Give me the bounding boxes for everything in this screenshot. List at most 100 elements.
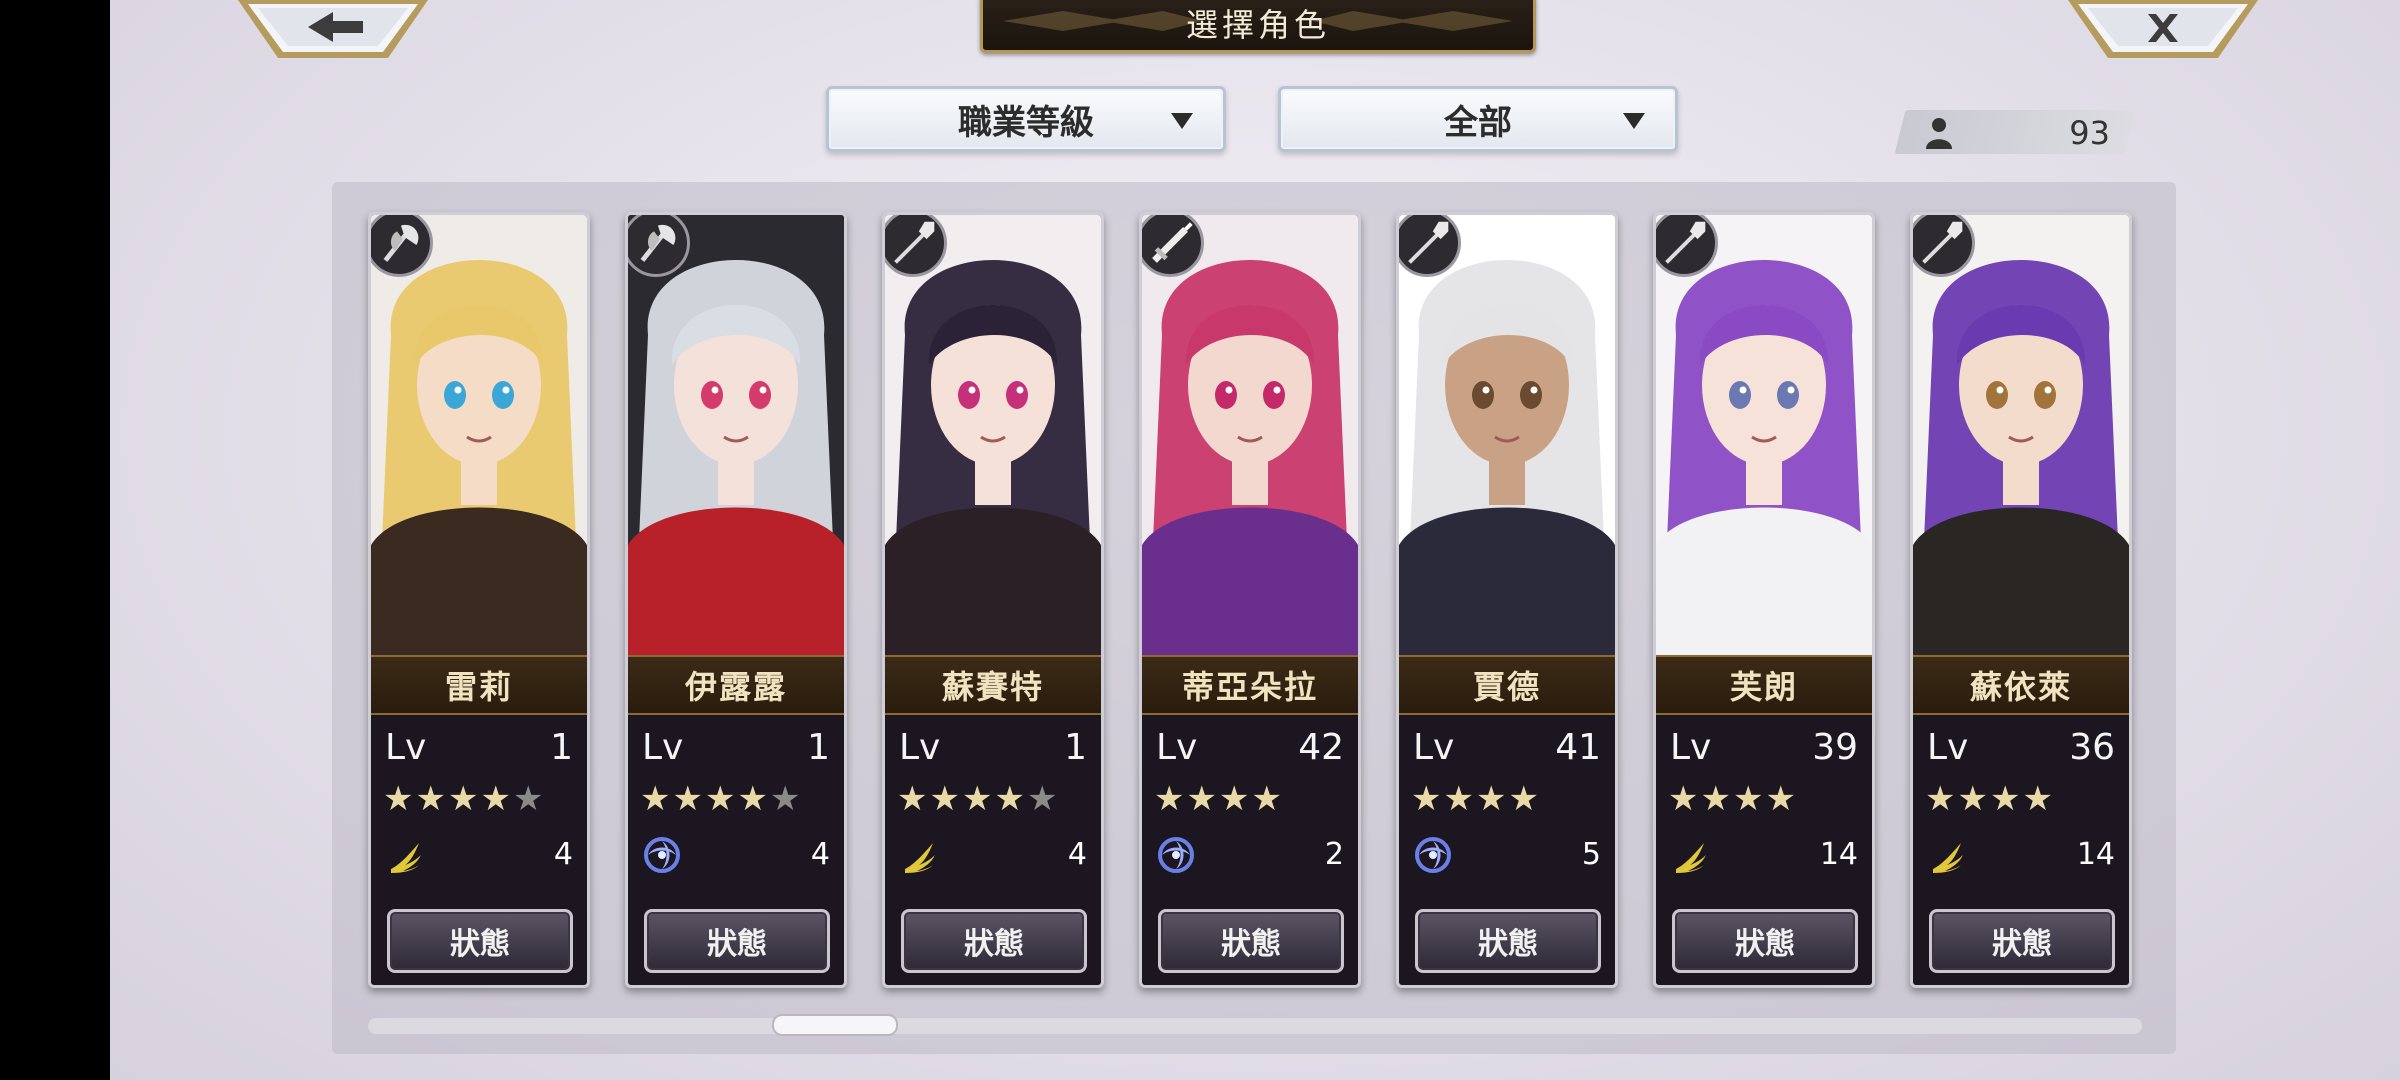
character-name: 賈德 <box>1472 668 1541 706</box>
wind-element-icon <box>391 843 421 873</box>
water-element-icon <box>644 837 680 873</box>
element-count: 4 <box>810 837 830 872</box>
star-icon: ★ <box>897 779 930 819</box>
level-label: Lv <box>1670 727 1712 768</box>
scrollbar-thumb[interactable] <box>772 1014 898 1036</box>
ornament-right <box>1313 11 1513 31</box>
star-icon: ★ <box>1989 779 2023 819</box>
rarity-stars: ★★★★ <box>1411 779 1541 819</box>
spear-icon <box>1399 215 1461 277</box>
level-label: Lv <box>1413 727 1455 768</box>
star-icon: ★ <box>672 779 705 819</box>
star-empty-icon: ★ <box>769 779 803 819</box>
star-icon: ★ <box>1186 779 1219 819</box>
star-icon: ★ <box>961 779 995 819</box>
wind-element-icon <box>905 843 935 873</box>
star-icon: ★ <box>1732 779 1766 819</box>
status-button-label: 狀態 <box>1992 927 2052 962</box>
star-icon: ★ <box>737 779 770 819</box>
character-name: 伊露露 <box>684 668 787 706</box>
status-button[interactable]: 狀態 <box>387 909 573 973</box>
character-card[interactable]: 芙朗 Lv 39 ★★★★ 14 狀態 <box>1653 212 1875 988</box>
back-button[interactable] <box>238 0 428 64</box>
rarity-stars: ★★★★ <box>1668 779 1798 819</box>
level-value: 39 <box>1812 727 1858 768</box>
close-button[interactable] <box>2068 0 2258 64</box>
level-value: 1 <box>1064 727 1087 768</box>
character-name-bar: 芙朗 <box>1656 655 1872 715</box>
star-icon: ★ <box>1251 779 1284 819</box>
spear-icon <box>1656 215 1718 277</box>
status-button[interactable]: 狀態 <box>1158 909 1344 973</box>
axe-icon <box>371 215 433 277</box>
title-bar: 選擇角色 <box>980 0 1536 53</box>
rarity-stars: ★★★★★ <box>640 779 802 819</box>
star-empty-icon: ★ <box>512 779 546 819</box>
character-stats: Lv 1 ★★★★★ 4 狀態 <box>628 713 844 985</box>
star-icon: ★ <box>1765 779 1798 819</box>
spear-icon <box>885 215 947 277</box>
character-card[interactable]: 蘇依萊 Lv 36 ★★★★ 14 狀態 <box>1910 212 2132 988</box>
status-button-label: 狀態 <box>964 927 1024 962</box>
character-stats: Lv 1 ★★★★★ 4 狀態 <box>885 713 1101 985</box>
star-icon: ★ <box>1668 779 1701 819</box>
character-name-bar: 蘇依萊 <box>1913 655 2129 715</box>
character-name: 蘇賽特 <box>941 668 1044 706</box>
status-button[interactable]: 狀態 <box>1672 909 1858 973</box>
level-value: 41 <box>1555 727 1601 768</box>
character-name: 芙朗 <box>1729 668 1798 706</box>
star-icon: ★ <box>704 779 738 819</box>
character-stats: Lv 41 ★★★★ 5 狀態 <box>1399 713 1615 985</box>
star-icon: ★ <box>2022 779 2055 819</box>
wind-element-icon <box>1676 843 1706 873</box>
star-icon: ★ <box>1508 779 1541 819</box>
character-card[interactable]: 蒂亞朵拉 Lv 42 ★★★★ 2 狀態 <box>1139 212 1361 988</box>
star-icon: ★ <box>640 779 673 819</box>
level-value: 1 <box>550 727 573 768</box>
character-name: 蘇依萊 <box>1969 668 2072 706</box>
star-icon: ★ <box>447 779 481 819</box>
star-icon: ★ <box>415 779 448 819</box>
star-icon: ★ <box>1154 779 1187 819</box>
person-icon <box>1926 118 1952 149</box>
level-value: 36 <box>2069 727 2115 768</box>
character-stats: Lv 39 ★★★★ 14 狀態 <box>1656 713 1872 985</box>
character-card[interactable]: 伊露露 Lv 1 ★★★★★ 4 狀態 <box>625 212 847 988</box>
horizontal-scrollbar[interactable] <box>368 1018 2142 1034</box>
character-stats: Lv 36 ★★★★ 14 狀態 <box>1913 713 2129 985</box>
star-icon: ★ <box>1700 779 1733 819</box>
status-button-label: 狀態 <box>450 927 510 962</box>
character-portrait <box>628 215 844 655</box>
character-name-bar: 雷莉 <box>371 655 587 715</box>
character-stats: Lv 1 ★★★★★ 4 狀態 <box>371 713 587 985</box>
level-label: Lv <box>1927 727 1969 768</box>
character-name-bar: 蒂亞朵拉 <box>1142 655 1358 715</box>
water-element-icon <box>1415 837 1451 873</box>
filter-dropdown[interactable]: 全部 <box>1278 86 1678 152</box>
star-icon: ★ <box>480 779 513 819</box>
level-value: 1 <box>807 727 830 768</box>
status-button[interactable]: 狀態 <box>1415 909 1601 973</box>
character-stats: Lv 42 ★★★★ 2 狀態 <box>1142 713 1358 985</box>
close-icon <box>2068 0 2258 58</box>
element-count: 4 <box>553 837 573 872</box>
rarity-stars: ★★★★★ <box>897 779 1059 819</box>
status-button[interactable]: 狀態 <box>1929 909 2115 973</box>
status-button[interactable]: 狀態 <box>901 909 1087 973</box>
star-icon: ★ <box>383 779 416 819</box>
element-count: 4 <box>1067 837 1087 872</box>
ornament-left <box>1003 11 1203 31</box>
character-card[interactable]: 蘇賽特 Lv 1 ★★★★★ 4 狀態 <box>882 212 1104 988</box>
character-card[interactable]: 雷莉 Lv 1 ★★★★★ 4 狀態 <box>368 212 590 988</box>
character-select-screen: 選擇角色 職業等級 全部 93 雷莉 Lv 1 ★★★★★ 4 狀態 伊露露 Lv 1 ★★★★★… <box>110 0 2400 1080</box>
element-count: 14 <box>2076 837 2115 872</box>
star-icon: ★ <box>994 779 1027 819</box>
axe-icon <box>628 215 690 277</box>
star-icon: ★ <box>1218 779 1252 819</box>
status-button[interactable]: 狀態 <box>644 909 830 973</box>
status-button-label: 狀態 <box>1735 927 1795 962</box>
status-button-label: 狀態 <box>1221 927 1281 962</box>
roster-count: 93 <box>2069 114 2110 152</box>
character-card[interactable]: 賈德 Lv 41 ★★★★ 5 狀態 <box>1396 212 1618 988</box>
sort-dropdown[interactable]: 職業等級 <box>826 86 1226 152</box>
